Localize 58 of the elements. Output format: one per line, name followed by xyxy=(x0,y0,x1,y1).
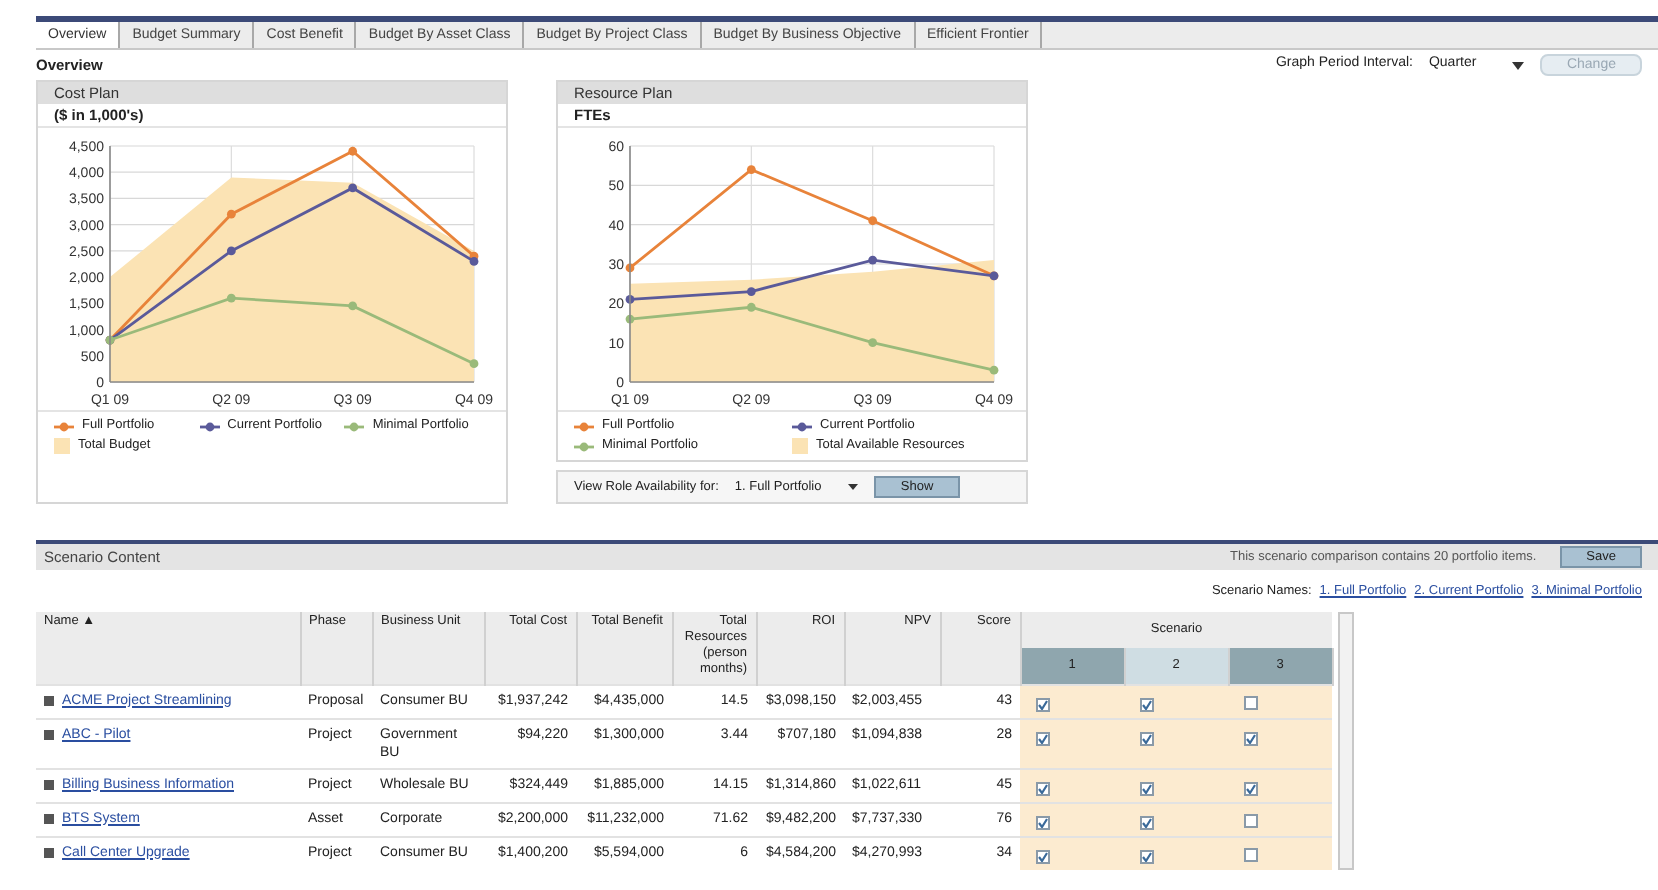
point xyxy=(348,301,358,311)
scenario-checkbox[interactable] xyxy=(1244,781,1258,795)
scenario-checkbox[interactable] xyxy=(1036,731,1050,745)
point xyxy=(348,146,358,156)
scenario-checkbox[interactable] xyxy=(1140,781,1154,795)
row-icon xyxy=(44,847,54,857)
scenario-checkbox[interactable] xyxy=(1140,731,1154,745)
row-icon xyxy=(44,729,54,739)
point xyxy=(989,365,999,375)
check-icon xyxy=(1038,699,1048,709)
scrollbar[interactable] xyxy=(1337,612,1353,869)
scenario-checkbox[interactable] xyxy=(1140,815,1154,829)
legend-line-icon xyxy=(792,421,812,431)
legend-swatch-icon xyxy=(54,438,70,454)
legend-line-icon xyxy=(574,441,594,451)
scenario-checkbox[interactable] xyxy=(1244,731,1258,745)
check-icon xyxy=(1142,699,1152,709)
scenario-checkbox[interactable] xyxy=(1244,847,1258,861)
legend-line-icon xyxy=(344,421,365,431)
scenario-checkbox[interactable] xyxy=(1036,781,1050,795)
check-icon xyxy=(1142,783,1152,793)
point xyxy=(746,287,756,296)
check-icon xyxy=(1038,851,1048,861)
caret-icon xyxy=(848,484,859,490)
row-icon xyxy=(44,813,54,823)
point xyxy=(868,338,878,348)
scenario-checkbox[interactable] xyxy=(1036,815,1050,829)
legend-swatch-icon xyxy=(792,438,808,454)
legend-line-icon xyxy=(54,421,74,431)
scenario-checkbox[interactable] xyxy=(1140,697,1154,711)
point xyxy=(746,302,756,312)
check-icon xyxy=(1246,783,1256,793)
scenario-checkbox[interactable] xyxy=(1036,849,1050,863)
point xyxy=(226,246,236,256)
check-icon xyxy=(1038,733,1048,743)
point xyxy=(226,293,236,303)
point xyxy=(469,359,479,369)
row-icon xyxy=(44,695,54,705)
check-icon xyxy=(1142,733,1152,743)
point xyxy=(868,216,878,226)
point xyxy=(226,209,236,219)
check-icon xyxy=(1142,817,1152,827)
check-icon xyxy=(1038,783,1048,793)
check-icon xyxy=(1038,817,1048,827)
legend-line-icon xyxy=(574,421,594,431)
point xyxy=(348,183,358,193)
scenario-checkbox[interactable] xyxy=(1244,695,1258,709)
legend-line-icon xyxy=(199,421,220,431)
row-icon xyxy=(44,779,54,789)
scenario-checkbox[interactable] xyxy=(1140,849,1154,863)
check-icon xyxy=(1246,733,1256,743)
scenario-checkbox[interactable] xyxy=(1244,813,1258,827)
point xyxy=(868,255,878,265)
point xyxy=(746,165,756,174)
point xyxy=(469,256,479,266)
check-icon xyxy=(1142,851,1152,861)
scenario-checkbox[interactable] xyxy=(1036,697,1050,711)
caret-icon xyxy=(1512,61,1525,69)
